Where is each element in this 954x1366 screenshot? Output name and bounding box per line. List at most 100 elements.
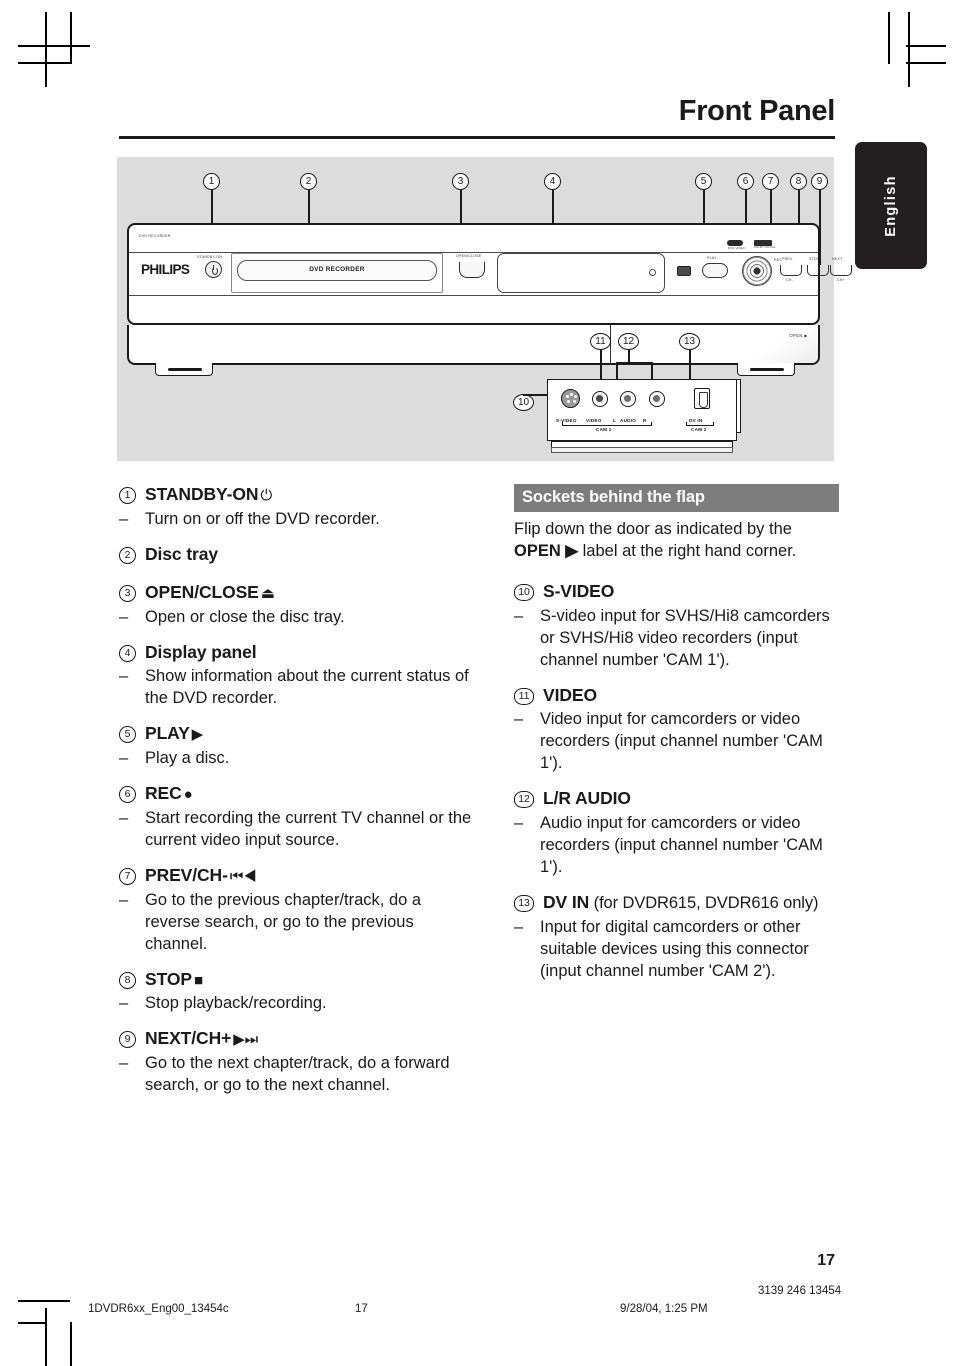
item-title: DV IN <box>543 891 590 912</box>
figure-callout-1: 1 <box>203 173 220 190</box>
figure-callout-2: 2 <box>300 173 317 190</box>
dvd-video-logo-icon: DVD VIDEO <box>727 240 745 250</box>
item-number: 13 <box>514 894 534 912</box>
ch-minus-caption: CH- <box>786 278 793 282</box>
bullet-dash: – <box>119 749 129 768</box>
standby-on-caption: STANDBY-ON <box>197 255 222 259</box>
item-number: 4 <box>119 644 136 662</box>
item-number: 10 <box>514 583 534 601</box>
open-close-button[interactable] <box>459 262 485 278</box>
item-number: 5 <box>119 726 136 744</box>
play-icon: ▶ <box>191 726 204 744</box>
figure-callout-10: 10 <box>513 394 534 411</box>
next-ch-up-button[interactable] <box>830 265 852 276</box>
cam1-bracket-right-tick <box>651 422 653 425</box>
open-label-bold: OPEN ▶ <box>514 541 579 560</box>
item-title-note: (for DVDR615, DVDR616 only) <box>589 893 819 912</box>
power-icon: ⏻ <box>260 487 273 504</box>
crop-mark-top-right-horizontal <box>906 45 946 47</box>
stop-button[interactable] <box>807 265 829 276</box>
left-content-column: 1 STANDBY-ON ⏻ – Turn on or off the DVD re… <box>119 484 474 1110</box>
language-tab-label: English <box>883 174 899 237</box>
cam2-bracket <box>686 425 714 427</box>
figure-callout-9: 9 <box>811 173 828 190</box>
item-stop: 8 STOP ■ – Stop playback/recording. <box>119 969 474 1016</box>
figure-callout-4: 4 <box>544 173 561 190</box>
footer-page: 17 <box>355 1303 368 1315</box>
item-open-close: 3 OPEN/CLOSE ⏏ – Open or close the disc tr… <box>119 582 474 629</box>
item-description: Open or close the disc tray. <box>145 607 345 626</box>
title-divider <box>119 136 835 139</box>
figure-callout-8: 8 <box>790 173 807 190</box>
figure-leader-11 <box>600 350 602 382</box>
item-number: 6 <box>119 786 136 804</box>
bullet-dash: – <box>119 994 129 1013</box>
item-title: PLAY <box>145 723 190 744</box>
item-title: VIDEO <box>543 684 597 705</box>
dv-in-label: DV IN <box>689 418 703 423</box>
chassis-bottom-divider <box>129 295 818 297</box>
s-video-socket[interactable] <box>561 389 580 408</box>
bullet-dash: – <box>119 890 129 909</box>
footer-file-name: 1DVDR6xx_Eng00_13454c <box>88 1303 229 1315</box>
intro-part-1: Flip down the door as indicated by the <box>514 520 792 538</box>
audio-left-socket[interactable] <box>620 391 636 407</box>
front-panel-figure: 1 2 3 4 5 6 7 8 9 DVD RECORDER PHILIPS S… <box>117 157 852 461</box>
item-rec: 6 REC ● – Start recording the current TV c… <box>119 783 474 852</box>
audio-right-label: R <box>643 418 647 423</box>
prev-caption: PREV <box>782 257 793 261</box>
item-title: S-VIDEO <box>543 580 615 601</box>
figure-callout-11: 11 <box>590 333 611 350</box>
page-number: 17 <box>817 1252 835 1269</box>
chassis-model-text: DVD RECORDER <box>139 234 171 238</box>
philips-logo: PHILIPS <box>141 262 190 277</box>
figure-leader-12-branch <box>616 362 653 364</box>
video-socket[interactable] <box>592 391 608 407</box>
item-prev-ch-down: 7 PREV/CH- ⏮◀ – Go to the previous chapter… <box>119 865 474 956</box>
rec-button[interactable] <box>742 256 772 286</box>
socket-panel: S-VIDEO VIDEO L AUDIO R CAM 1 DV IN CAM … <box>547 379 737 441</box>
cam2-label: CAM 2 <box>691 427 707 432</box>
cam1-label: CAM 1 <box>596 427 612 432</box>
item-number: 1 <box>119 487 136 504</box>
item-title: L/R AUDIO <box>543 788 631 809</box>
section-header-sockets: Sockets behind the flap <box>514 484 839 512</box>
page-title: Front Panel <box>678 95 836 127</box>
previous-track-icon: ⏮◀ <box>229 867 257 885</box>
item-title: STOP <box>145 968 192 989</box>
crop-mark-top-left-vertical <box>45 12 47 87</box>
item-description: Play a disc. <box>145 749 230 768</box>
figure-callout-3: 3 <box>452 173 469 190</box>
dolby-logo-text: DOLBY DIGITAL <box>754 245 776 249</box>
item-number: 11 <box>514 687 534 705</box>
stop-icon: ■ <box>193 971 203 989</box>
bullet-dash: – <box>119 1054 129 1073</box>
play-caption: PLAY <box>707 256 717 260</box>
dv-in-socket[interactable] <box>694 388 710 409</box>
device-foot-right <box>737 363 795 376</box>
item-title: NEXT/CH+ <box>145 1028 232 1049</box>
item-next-ch-up: 9 NEXT/CH+ ▶⏭ – Go to the next chapter/tra… <box>119 1028 474 1097</box>
item-number: 2 <box>119 546 136 564</box>
video-socket-label: VIDEO <box>586 418 602 423</box>
front-flap-door[interactable]: OPEN ▶ <box>127 325 820 365</box>
prev-ch-down-button[interactable] <box>780 265 802 276</box>
item-description: Go to the next chapter/track, do a forwa… <box>145 1054 450 1095</box>
play-button[interactable] <box>702 263 728 278</box>
cam2-bracket-left-tick <box>686 422 688 425</box>
item-play: 5 PLAY ▶ – Play a disc. <box>119 723 474 770</box>
disc-tray[interactable]: DVD RECORDER <box>237 260 437 281</box>
crop-mark-top-right-outer <box>888 12 890 64</box>
figure-callout-12: 12 <box>618 333 639 350</box>
disc-tray-label: DVD RECORDER <box>309 266 365 273</box>
standby-on-button[interactable] <box>205 261 222 278</box>
next-caption: NEXT <box>832 257 843 261</box>
crop-mark-top-right-inner <box>906 62 946 64</box>
socket-panel-rail-lower <box>551 447 733 453</box>
bullet-dash: – <box>119 667 129 686</box>
crop-mark-bottom-left-outer <box>70 1322 72 1366</box>
item-description: Go to the previous chapter/track, do a r… <box>145 890 422 953</box>
audio-right-socket[interactable] <box>649 391 665 407</box>
item-description: Start recording the current TV channel o… <box>145 808 472 849</box>
figure-leader-13 <box>689 350 691 382</box>
